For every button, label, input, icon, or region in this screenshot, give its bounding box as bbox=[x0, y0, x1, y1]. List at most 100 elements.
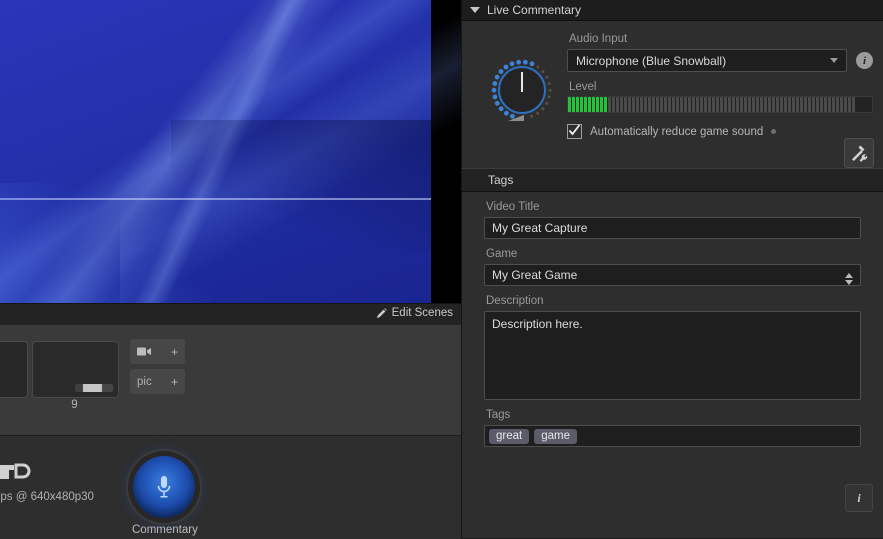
meter-segment bbox=[624, 97, 627, 112]
scene-thumbnail-current[interactable] bbox=[32, 341, 119, 398]
scene-add-buttons: + pic + bbox=[130, 339, 185, 399]
auto-reduce-checkbox[interactable] bbox=[567, 124, 582, 139]
game-value: My Great Game bbox=[492, 268, 578, 282]
game-preview[interactable] bbox=[0, 0, 461, 303]
tags-field-label: Tags bbox=[486, 409, 511, 421]
pencil-icon bbox=[376, 307, 387, 318]
meter-segment bbox=[648, 97, 651, 112]
commentary-toggle[interactable]: Commentary bbox=[132, 456, 198, 536]
meter-segment bbox=[852, 97, 855, 112]
description-textarea[interactable]: Description here. bbox=[484, 311, 861, 400]
game-label: Game bbox=[486, 248, 518, 260]
left-column: Edit Scenes 9 + pic + bps @ 640x480p30 C… bbox=[0, 0, 461, 539]
commentary-label: Commentary bbox=[132, 524, 198, 536]
meter-segment bbox=[592, 97, 595, 112]
capture-status-bar: bps @ 640x480p30 Commentary bbox=[0, 435, 461, 539]
add-video-scene-button[interactable]: + bbox=[130, 339, 185, 364]
edit-scenes-button[interactable]: Edit Scenes bbox=[376, 307, 453, 319]
audio-input-info-button[interactable]: i bbox=[856, 52, 873, 69]
auto-reduce-row: Automatically reduce game sound bbox=[567, 124, 873, 139]
description-value: Description here. bbox=[492, 317, 583, 331]
meter-segment bbox=[736, 97, 739, 112]
meter-segment bbox=[656, 97, 659, 112]
mic-volume-knob[interactable] bbox=[486, 53, 558, 133]
meter-segment bbox=[820, 97, 823, 112]
spacer-top bbox=[484, 192, 861, 201]
tags-info-button[interactable]: i bbox=[845, 484, 873, 512]
meter-segment bbox=[812, 97, 815, 112]
live-commentary-header[interactable]: Live Commentary bbox=[462, 0, 883, 21]
auto-reduce-label: Automatically reduce game sound bbox=[590, 125, 764, 138]
tag-chip[interactable]: great bbox=[489, 428, 530, 444]
meter-segment bbox=[804, 97, 807, 112]
audio-settings-button[interactable] bbox=[844, 138, 874, 168]
meter-segment bbox=[716, 97, 719, 112]
auto-reduce-indicator-dot bbox=[771, 129, 777, 134]
live-commentary-title: Live Commentary bbox=[487, 3, 582, 17]
meter-segment bbox=[612, 97, 615, 112]
chevron-down-icon[interactable] bbox=[830, 58, 838, 63]
meter-segment bbox=[576, 97, 579, 112]
meter-segment bbox=[680, 97, 683, 112]
right-panel: Live Commentary Audio Input Microphone (… bbox=[461, 0, 883, 538]
volume-knob-icon bbox=[491, 59, 552, 121]
meter-segment bbox=[672, 97, 675, 112]
meter-segment bbox=[668, 97, 671, 112]
tags-section-header[interactable]: Tags bbox=[462, 168, 883, 192]
tag-chip[interactable]: game bbox=[534, 428, 577, 444]
add-picture-label: pic bbox=[137, 375, 152, 388]
audio-input-select[interactable]: Microphone (Blue Snowball) bbox=[567, 49, 847, 72]
tags-section-body: Video Title My Great Capture Game My Gre… bbox=[462, 192, 883, 447]
meter-segment bbox=[608, 97, 611, 112]
video-camera-icon bbox=[137, 347, 151, 356]
commentary-mic-button[interactable] bbox=[133, 456, 195, 518]
meter-segment bbox=[760, 97, 763, 112]
meter-segment bbox=[632, 97, 635, 112]
tags-section-title: Tags bbox=[488, 173, 514, 187]
meter-segment bbox=[780, 97, 783, 112]
meter-segment bbox=[628, 97, 631, 112]
scene-toolbar: Edit Scenes bbox=[0, 303, 461, 327]
meter-segment bbox=[808, 97, 811, 112]
app-window: Edit Scenes 9 + pic + bps @ 640x480p30 C… bbox=[0, 0, 883, 539]
meter-segment bbox=[832, 97, 835, 112]
scene-thumbnail-previous[interactable] bbox=[0, 341, 28, 398]
meter-segment bbox=[748, 97, 751, 112]
meter-segment bbox=[700, 97, 703, 112]
meter-segment bbox=[824, 97, 827, 112]
meter-segment bbox=[828, 97, 831, 112]
thumbnail-content bbox=[75, 384, 113, 392]
add-picture-plus-label: + bbox=[170, 374, 178, 389]
meter-segment bbox=[692, 97, 695, 112]
meter-segment bbox=[696, 97, 699, 112]
edit-scenes-label: Edit Scenes bbox=[391, 307, 453, 319]
wallpaper-shadow bbox=[171, 120, 431, 250]
meter-segment bbox=[764, 97, 767, 112]
meter-segment bbox=[588, 97, 591, 112]
video-title-input[interactable]: My Great Capture bbox=[484, 217, 861, 239]
meter-segment bbox=[784, 97, 787, 112]
triangle-down-icon[interactable] bbox=[470, 7, 480, 13]
spinner-updown-icon[interactable] bbox=[845, 272, 853, 285]
tags-input[interactable]: great game bbox=[484, 425, 861, 447]
meter-segment bbox=[844, 97, 847, 112]
add-picture-scene-button[interactable]: pic + bbox=[130, 369, 185, 394]
meter-segment bbox=[644, 97, 647, 112]
meter-segment bbox=[704, 97, 707, 112]
meter-segment bbox=[732, 97, 735, 112]
meter-segment bbox=[620, 97, 623, 112]
level-label: Level bbox=[569, 81, 597, 93]
meter-segment bbox=[788, 97, 791, 112]
scene-thumbnail-label: 9 bbox=[71, 399, 78, 411]
game-select[interactable]: My Great Game bbox=[484, 264, 861, 286]
meter-segment bbox=[836, 97, 839, 112]
meter-segment bbox=[572, 97, 575, 112]
meter-segment bbox=[816, 97, 819, 112]
audio-level-meter bbox=[567, 96, 873, 113]
audio-input-column: Audio Input Microphone (Blue Snowball) i… bbox=[567, 33, 874, 168]
checkmark-icon bbox=[568, 124, 581, 136]
meter-segment bbox=[752, 97, 755, 112]
meter-segment bbox=[840, 97, 843, 112]
